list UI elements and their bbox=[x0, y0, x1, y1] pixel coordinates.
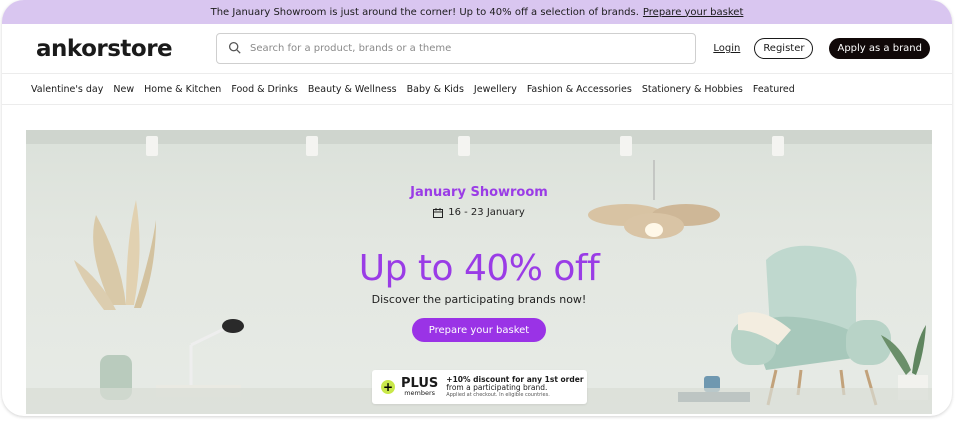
register-button[interactable]: Register bbox=[754, 38, 814, 59]
promo-banner: The January Showroom is just around the … bbox=[2, 0, 952, 24]
prepare-basket-button[interactable]: Prepare your basket bbox=[412, 318, 546, 342]
plus-icon: + bbox=[381, 380, 395, 394]
promo-link[interactable]: Prepare your basket bbox=[643, 7, 743, 18]
plus-description: +10% discount for any 1st order from a p… bbox=[446, 375, 583, 399]
hero-dates-row: 16 - 23 January bbox=[26, 207, 932, 218]
hero-dates: 16 - 23 January bbox=[448, 207, 525, 218]
search-bar[interactable] bbox=[216, 33, 696, 64]
nav-item-new[interactable]: New bbox=[113, 84, 134, 95]
nav-item-food-drinks[interactable]: Food & Drinks bbox=[231, 84, 298, 95]
browser-frame: The January Showroom is just around the … bbox=[2, 0, 952, 416]
nav-item-home-kitchen[interactable]: Home & Kitchen bbox=[144, 84, 221, 95]
plus-members-card[interactable]: + PLUS members +10% discount for any 1st… bbox=[372, 370, 587, 404]
desk-lamp-image bbox=[156, 319, 244, 397]
category-nav: Valentine's day New Home & Kitchen Food … bbox=[2, 73, 952, 105]
calendar-icon bbox=[433, 207, 444, 218]
hero-eyebrow: January Showroom bbox=[410, 185, 548, 200]
nav-item-stationery[interactable]: Stationery & Hobbies bbox=[642, 84, 743, 95]
login-link[interactable]: Login bbox=[713, 43, 740, 54]
nav-item-jewellery[interactable]: Jewellery bbox=[474, 84, 517, 95]
nav-item-valentines[interactable]: Valentine's day bbox=[31, 84, 103, 95]
nav-item-baby-kids[interactable]: Baby & Kids bbox=[407, 84, 464, 95]
nav-item-fashion[interactable]: Fashion & Accessories bbox=[527, 84, 632, 95]
search-input[interactable] bbox=[248, 42, 672, 55]
hero-banner[interactable]: January Showroom 16 - 23 January Up to 4… bbox=[26, 130, 932, 414]
hero-headline: Up to 40% off bbox=[358, 248, 600, 289]
plus-logo-sub: members bbox=[404, 389, 436, 398]
apply-brand-button[interactable]: Apply as a brand bbox=[829, 38, 930, 59]
logo[interactable]: ankorstore bbox=[36, 36, 216, 62]
site-header: ankorstore Login Register Apply as a bra… bbox=[2, 24, 952, 73]
nav-item-beauty-wellness[interactable]: Beauty & Wellness bbox=[308, 84, 397, 95]
plus-logo: PLUS members bbox=[401, 377, 438, 397]
plus-line3: Applied at checkout. In eligible countri… bbox=[446, 391, 550, 398]
promo-text: The January Showroom is just around the … bbox=[210, 6, 639, 18]
nav-item-featured[interactable]: Featured bbox=[753, 84, 795, 95]
hero-subtitle: Discover the participating brands now! bbox=[371, 293, 587, 306]
search-icon bbox=[228, 39, 241, 58]
